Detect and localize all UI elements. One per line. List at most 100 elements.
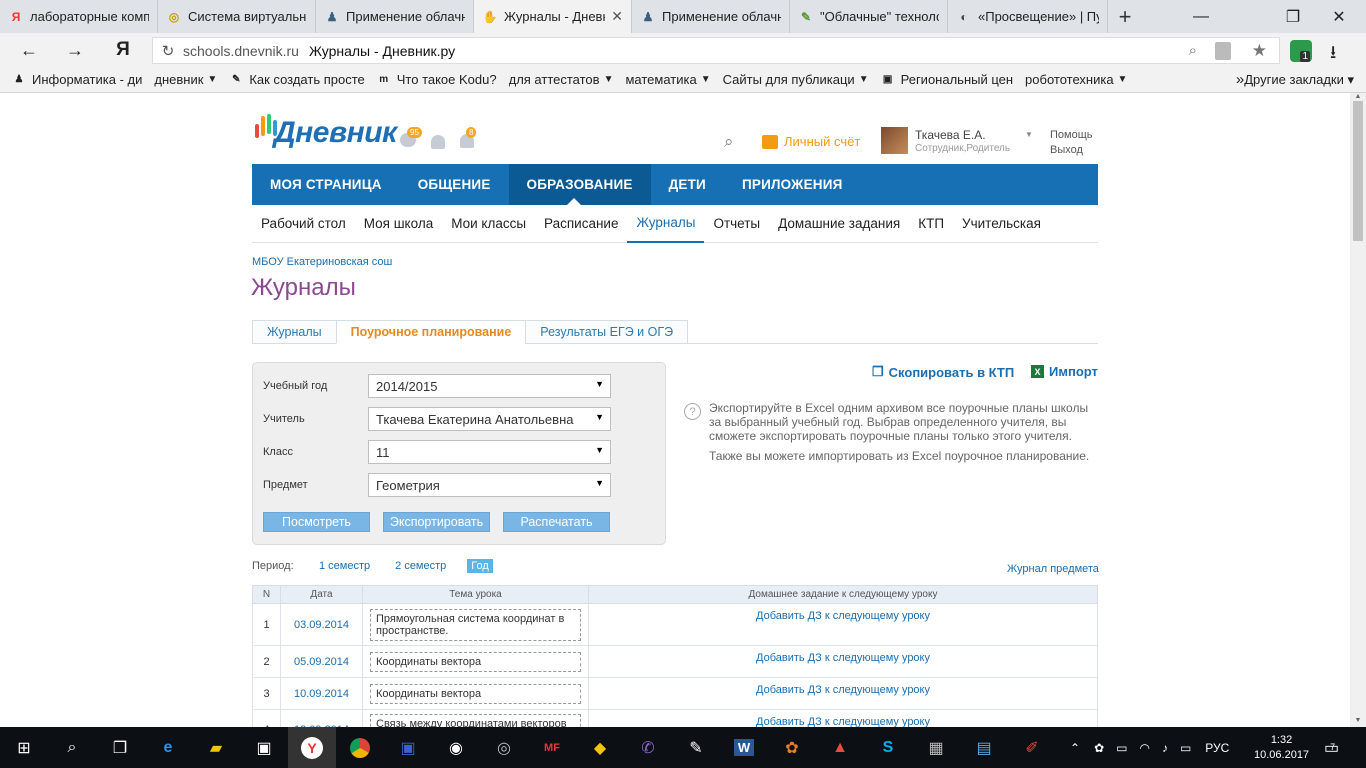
sub-nav-item[interactable]: Домашние задания [769,205,909,243]
add-homework-link[interactable]: Добавить ДЗ к следующему уроку [756,652,930,664]
scroll-down-arrow[interactable]: ▼ [1350,717,1366,727]
row-topic[interactable]: Связь между координатами векторов и [370,714,581,727]
calculator-icon[interactable]: ▦ [912,727,960,768]
volume-icon[interactable]: ♪ [1162,741,1168,755]
floppy-icon[interactable]: ▣ [384,727,432,768]
sub-nav-item[interactable]: Отчеты [704,205,769,243]
subject-select[interactable]: Геометрия ▼ [368,473,611,497]
browser-tab[interactable]: ◐ «Просвещение» | Пу [948,0,1108,33]
disc-icon[interactable]: ◎ [480,727,528,768]
sub-nav-item[interactable]: Мои классы [442,205,535,243]
row-date[interactable]: 05.09.2014 [280,645,363,678]
word-icon[interactable]: W [720,727,768,768]
yandex-logo-icon[interactable]: Я [108,33,138,67]
browser-tab[interactable]: ✋ Журналы - Дневн ✕ [474,0,632,33]
help-link[interactable]: Помощь [1050,129,1093,141]
browser-tab[interactable]: ✎ "Облачные" техноло [790,0,948,33]
period-option[interactable]: 2 семестр [391,559,450,573]
tray-up-icon[interactable]: ⌃ [1070,741,1080,755]
main-nav-item[interactable]: ДЕТИ [651,164,724,205]
presentation-icon[interactable]: ▤ [960,727,1008,768]
paint-icon[interactable]: ✐ [1008,727,1056,768]
bookmark-item[interactable]: m Что такое Kodu? [377,72,496,87]
search-icon[interactable]: ⌕ [48,727,96,768]
bookmark-item[interactable]: ✎ Как создать просте [229,72,365,87]
logout-link[interactable]: Выход [1050,144,1083,156]
sub-nav-item[interactable]: Расписание [535,205,627,243]
bookmark-item[interactable]: ♟ Информатика - ди [12,72,143,87]
maximize-button[interactable]: ❐ [1270,0,1316,33]
dnevnik-logo[interactable]: Дневник [252,108,397,150]
chrome-icon[interactable] [336,727,384,768]
main-nav-item[interactable]: ОБЩЕНИЕ [400,164,509,205]
clock[interactable]: 1:32 10.06.2017 [1254,727,1309,768]
search-icon[interactable]: ⌕ [724,132,734,152]
bookmark-item[interactable]: ▣ Региональный цен [881,72,1013,87]
copy-to-ktp-link[interactable]: ❐ Скопировать в КТП [872,364,1014,380]
url-field[interactable]: ↻ schools.dnevnik.ru Журналы - Дневник.р… [152,37,1280,64]
keyboard-icon[interactable]: ▭ [1180,741,1191,755]
extension-shield-icon[interactable]: 1 [1290,40,1312,62]
export-button[interactable]: Экспортировать [383,512,490,532]
row-topic[interactable]: Координаты вектора [370,651,581,672]
period-option[interactable]: 1 семестр [315,559,374,573]
tab-close-icon[interactable]: ✕ [611,8,623,25]
subject-journal-link[interactable]: Журнал предмета [1007,563,1099,575]
sub-nav-item[interactable]: Журналы [627,205,705,243]
print-button[interactable]: Распечатать [503,512,610,532]
browser-tab[interactable]: ♟ Применение облачн [632,0,790,33]
start-button[interactable]: ⊞ [0,727,48,768]
user-dropdown-icon[interactable]: ▼ [1025,130,1033,139]
lock-icon[interactable] [1215,41,1231,60]
main-nav-item[interactable]: ПРИЛОЖЕНИЯ [724,164,861,205]
more-bookmarks-button[interactable]: » [1236,71,1244,88]
wifi-icon[interactable]: ◠ [1139,741,1149,755]
year-select[interactable]: 2014/2015 ▼ [368,374,611,398]
diamond-icon[interactable]: ◆ [576,727,624,768]
bookmark-item[interactable]: математика ▼ [625,72,710,87]
scrollbar-thumb[interactable] [1353,101,1363,241]
task-view-icon[interactable]: ❐ [96,727,144,768]
row-date[interactable]: 10.09.2014 [280,677,363,710]
forward-button[interactable]: → [60,33,90,67]
close-window-button[interactable]: ✕ [1316,0,1362,33]
row-topic[interactable]: Координаты вектора [370,683,581,704]
action-center-icon[interactable]: ▭ 7 [1324,727,1339,768]
sub-nav-item[interactable]: Учительская [953,205,1050,243]
viber-icon[interactable]: ✆ [624,727,672,768]
back-button[interactable]: ← [14,33,44,67]
breadcrumb[interactable]: МБОУ Екатериновская сош [252,256,392,268]
row-date[interactable]: 03.09.2014 [280,603,363,646]
pinwheel-icon[interactable]: ✿ [768,727,816,768]
edge-icon[interactable]: e [144,727,192,768]
wallet-icon[interactable] [762,135,778,149]
star-icon[interactable]: ★ [1252,41,1267,61]
page-scrollbar[interactable]: ▲ ▼ [1350,93,1366,727]
row-topic[interactable]: Прямоугольная система координат в простр… [370,608,581,641]
bookmark-item[interactable]: Сайты для публикаци ▼ [723,72,869,87]
import-link[interactable]: X Импорт [1031,364,1098,379]
network-icon[interactable]: ▭ [1116,741,1127,755]
browser-tab[interactable]: ♟ Применение облачн [316,0,474,33]
main-nav-item[interactable]: МОЯ СТРАНИЦА [252,164,400,205]
skype-icon[interactable]: S [864,727,912,768]
sub-nav-item[interactable]: Рабочий стол [252,205,355,243]
class-select[interactable]: 11 ▼ [368,440,611,464]
other-bookmarks[interactable]: Другие закладки ▾ [1244,72,1354,88]
download-icon[interactable]: ⭳ [1330,40,1336,70]
tool-icon[interactable]: ✎ [672,727,720,768]
personal-account-link[interactable]: Личный счёт [784,134,860,149]
add-homework-link[interactable]: Добавить ДЗ к следующему уроку [756,716,930,727]
new-tab-button[interactable]: + [1108,0,1142,33]
bookmark-item[interactable]: робототехника ▼ [1025,72,1127,87]
journal-tab[interactable]: Результаты ЕГЭ и ОГЭ [525,320,689,344]
minimize-button[interactable]: — [1178,0,1224,33]
app-icon[interactable]: ▲ [816,727,864,768]
explorer-icon[interactable]: ▰ [192,727,240,768]
user-name[interactable]: Ткачева Е.А. [915,128,986,142]
journal-tab[interactable]: Поурочное планирование [335,320,527,344]
refresh-icon[interactable]: ↻ [153,42,183,60]
search-icon[interactable]: ⌕ [1189,42,1197,59]
mf-icon[interactable]: MF [528,727,576,768]
sub-nav-item[interactable]: КТП [909,205,953,243]
